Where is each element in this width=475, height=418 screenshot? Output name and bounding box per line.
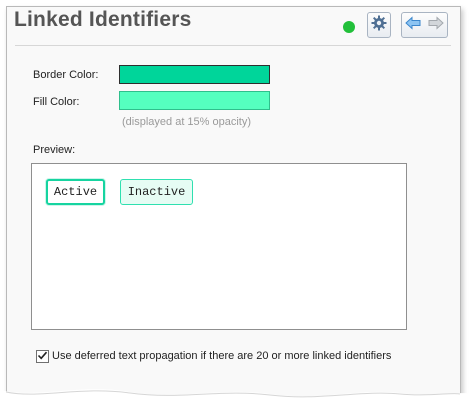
deferred-propagation-label[interactable]: Use deferred text propagation if there a… [52, 350, 391, 362]
torn-edge [0, 389, 475, 418]
gear-icon [371, 15, 387, 36]
back-button[interactable] [401, 12, 425, 38]
checkmark-icon [37, 348, 48, 366]
border-color-label: Border Color: [33, 69, 99, 81]
forward-button[interactable] [424, 12, 448, 38]
fill-color-swatch[interactable] [119, 91, 270, 110]
arrow-right-icon [428, 15, 444, 35]
preview-active-identifier: Active [46, 179, 105, 205]
fill-opacity-hint: (displayed at 15% opacity) [122, 116, 252, 128]
page-title: Linked Identifiers [14, 8, 192, 31]
fill-color-label: Fill Color: [33, 96, 80, 108]
preview-label: Preview: [33, 144, 76, 156]
header-divider [15, 45, 451, 46]
border-color-swatch[interactable] [119, 65, 270, 84]
settings-button[interactable] [367, 12, 391, 38]
arrow-left-icon [405, 15, 421, 35]
status-indicator [343, 21, 355, 33]
deferred-propagation-checkbox[interactable] [36, 350, 49, 363]
preview-inactive-identifier: Inactive [120, 179, 193, 205]
